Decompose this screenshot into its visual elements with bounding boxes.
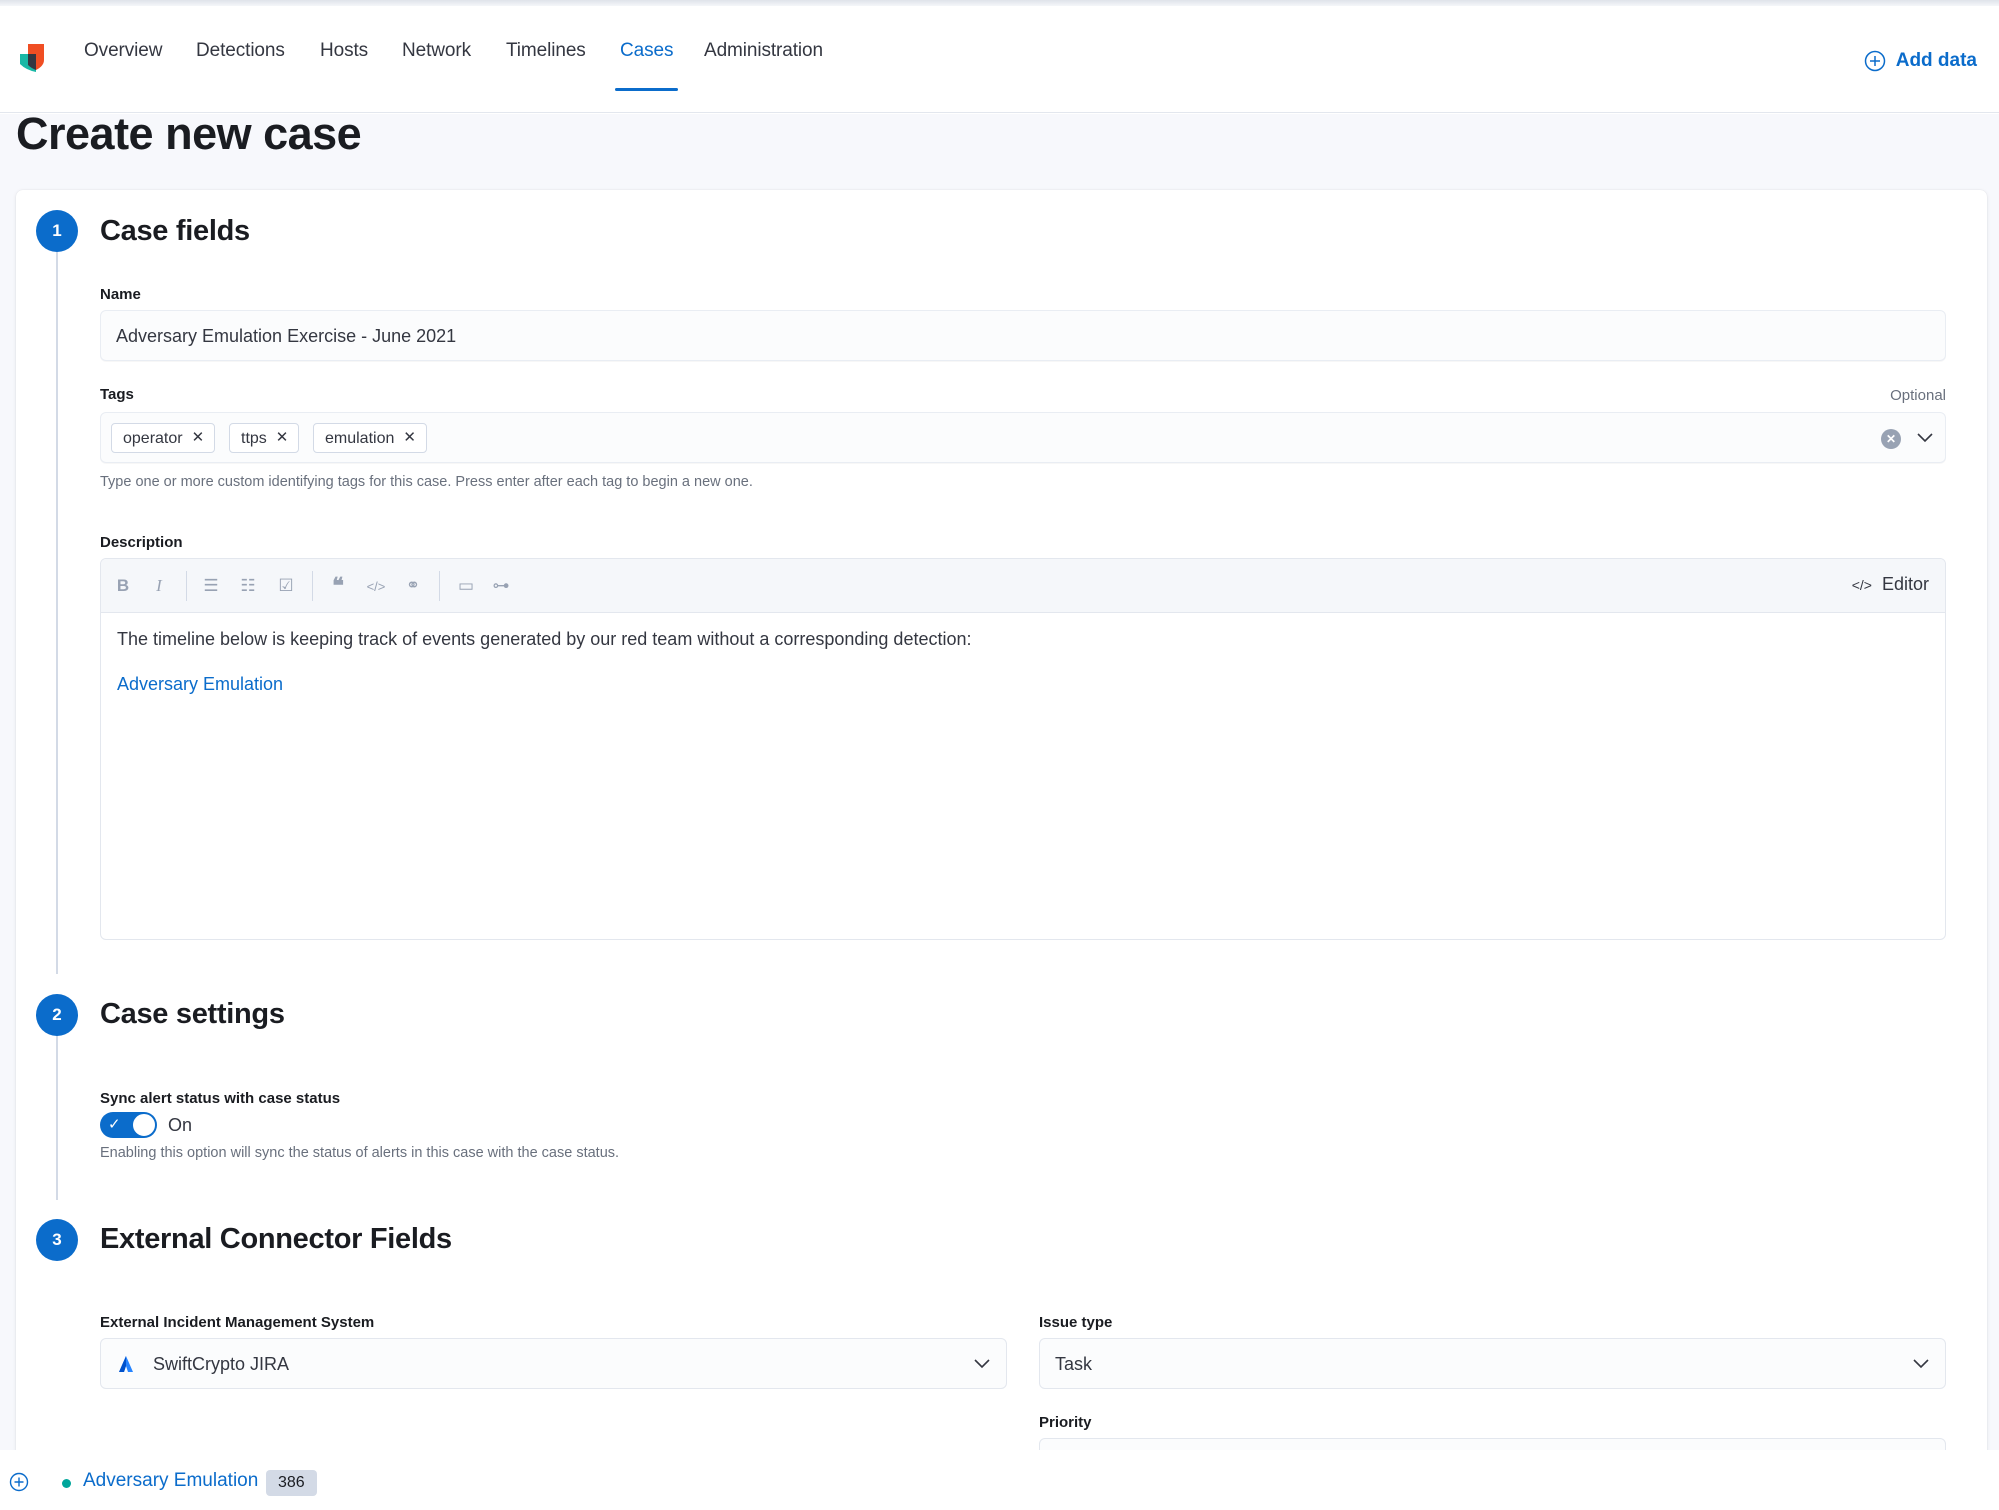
step-3-title: External Connector Fields — [100, 1223, 452, 1255]
quote-icon[interactable]: ❝ — [328, 573, 348, 598]
timeline-status-dot — [62, 1479, 71, 1488]
description-editor: B I ☰ ☷ ☑ ❝ </> ⚭ ▭ ⊶ </> Editor The tim… — [100, 558, 1946, 940]
nav-administration[interactable]: Administration — [704, 40, 823, 62]
description-textarea[interactable]: The timeline below is keeping track of e… — [117, 629, 1929, 695]
step-connector-line — [56, 252, 58, 974]
numbered-list-icon[interactable]: ☷ — [238, 576, 258, 596]
priority-label: Priority — [1039, 1414, 1092, 1431]
priority-select[interactable] — [1039, 1438, 1946, 1450]
nav-network[interactable]: Network — [402, 40, 471, 62]
toolbar-divider — [439, 571, 440, 601]
name-input-value: Adversary Emulation Exercise - June 2021 — [116, 326, 457, 346]
editor-mode-label: Editor — [1881, 574, 1929, 594]
active-tab-indicator — [615, 88, 678, 91]
step-1-badge: 1 — [36, 210, 78, 252]
chevron-down-icon — [1913, 1359, 1929, 1369]
event-count-badge: 386 — [266, 1470, 317, 1496]
check-icon: ✓ — [108, 1116, 121, 1133]
italic-icon[interactable]: I — [149, 576, 169, 596]
add-data-label: Add data — [1895, 50, 1977, 71]
name-input[interactable]: Adversary Emulation Exercise - June 2021 — [100, 310, 1946, 361]
description-label: Description — [100, 534, 183, 551]
tags-combobox[interactable]: operator ✕ ttps ✕ emulation ✕ ✕ — [100, 412, 1946, 463]
editor-mode-button[interactable]: </> Editor — [1852, 574, 1929, 595]
tags-label: Tags — [100, 386, 134, 403]
name-label: Name — [100, 286, 141, 303]
sync-toggle-state: On — [168, 1115, 193, 1135]
code-icon: </> — [1851, 576, 1872, 593]
tag-label: emulation — [325, 430, 395, 447]
chevron-down-icon — [974, 1359, 990, 1369]
nav-hosts[interactable]: Hosts — [320, 40, 368, 62]
security-app-logo-icon[interactable] — [18, 42, 48, 76]
tags-help-text: Type one or more custom identifying tags… — [100, 474, 753, 490]
issue-type-select[interactable]: Task — [1039, 1338, 1946, 1389]
toolbar-divider — [312, 571, 313, 601]
issue-type-label: Issue type — [1039, 1314, 1113, 1331]
timeline-link[interactable]: Adversary Emulation — [117, 674, 283, 695]
remove-tag-icon[interactable]: ✕ — [192, 430, 205, 452]
comment-icon[interactable]: ▭ — [456, 576, 476, 596]
page-title: Create new case — [16, 114, 362, 159]
markdown-toolbar: B I ☰ ☷ ☑ ❝ </> ⚭ ▭ ⊶ </> Editor — [101, 559, 1945, 613]
plus-circle-icon — [1864, 50, 1885, 72]
tags-optional-label: Optional — [1890, 387, 1946, 404]
top-nav: Overview Detections Hosts Network Timeli… — [0, 6, 1999, 113]
tag-label: ttps — [241, 430, 267, 447]
ims-select[interactable]: SwiftCrypto JIRA — [100, 1338, 1007, 1389]
step-2-title: Case settings — [100, 998, 285, 1030]
chevron-down-icon[interactable] — [1917, 433, 1933, 443]
page-content: Create new case 1 Case fields Name Adver… — [0, 114, 1999, 1450]
add-timeline-icon[interactable] — [9, 1472, 29, 1492]
step-2-badge: 2 — [36, 994, 78, 1036]
tag-chip: operator ✕ — [111, 423, 216, 453]
tag-chip: emulation ✕ — [313, 423, 427, 453]
sync-alert-toggle[interactable]: ✓ — [100, 1112, 157, 1138]
ims-select-value: SwiftCrypto JIRA — [153, 1354, 290, 1374]
toolbar-divider — [186, 571, 187, 601]
nav-cases[interactable]: Cases — [620, 40, 673, 62]
step-3-badge: 3 — [36, 1219, 78, 1261]
step-connector-line — [56, 1016, 58, 1200]
nav-detections[interactable]: Detections — [196, 40, 285, 62]
step-1-title: Case fields — [100, 215, 250, 247]
sync-help-text: Enabling this option will sync the statu… — [100, 1145, 620, 1161]
sync-alert-label: Sync alert status with case status — [100, 1090, 341, 1107]
ims-label: External Incident Management System — [100, 1314, 375, 1331]
bullet-list-icon[interactable]: ☰ — [201, 576, 221, 596]
remove-tag-icon[interactable]: ✕ — [276, 430, 289, 452]
link-icon[interactable]: ⚭ — [403, 576, 423, 596]
timeline-icon[interactable]: ⊶ — [491, 576, 511, 596]
description-text: The timeline below is keeping track of e… — [117, 629, 972, 649]
remove-tag-icon[interactable]: ✕ — [403, 430, 416, 452]
nav-timelines[interactable]: Timelines — [506, 40, 586, 62]
issue-type-value: Task — [1055, 1354, 1093, 1374]
tag-chip: ttps ✕ — [229, 423, 300, 453]
bold-icon[interactable]: B — [113, 576, 133, 596]
timeline-name-link[interactable]: Adversary Emulation — [83, 1470, 258, 1492]
checkbox-icon[interactable]: ☑ — [276, 576, 296, 596]
tag-label: operator — [123, 430, 183, 447]
add-data-button[interactable]: Add data — [1864, 50, 1977, 72]
code-icon[interactable]: </> — [366, 576, 386, 596]
toggle-knob — [132, 1113, 156, 1137]
jira-icon — [119, 1356, 133, 1372]
nav-overview[interactable]: Overview — [84, 40, 162, 62]
create-case-form: 1 Case fields Name Adversary Emulation E… — [16, 190, 1987, 1450]
timeline-bottom-bar: Adversary Emulation 386 — [0, 1450, 1999, 1510]
clear-tags-icon[interactable]: ✕ — [1881, 429, 1901, 449]
